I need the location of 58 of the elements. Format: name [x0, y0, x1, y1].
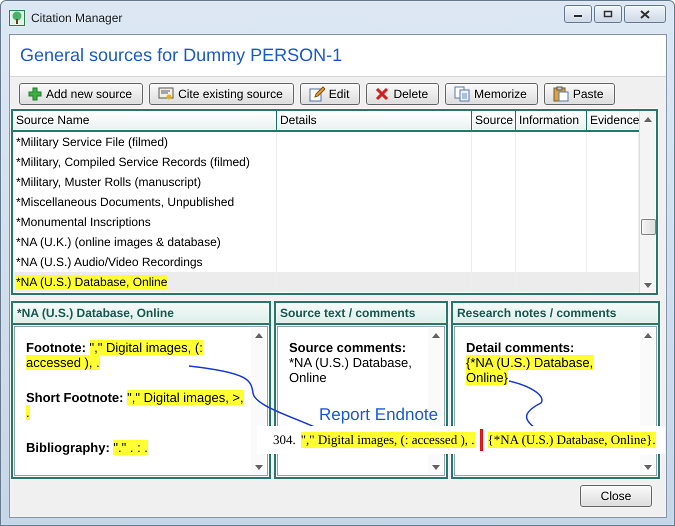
scroll-down-icon[interactable]	[644, 464, 652, 470]
source-name: *Miscellaneous Documents, Unpublished	[16, 195, 234, 209]
panel-title: *NA (U.S.) Database, Online	[13, 303, 269, 325]
close-button[interactable]	[624, 5, 666, 23]
field-text: Short Footnote: "," Digital images, >, .	[26, 390, 245, 420]
source-name: *NA (U.S.) Audio/Video Recordings	[16, 255, 203, 269]
endnote-text: {*NA (U.S.) Database, Online}.	[488, 432, 656, 448]
endnote-text: "," Digital images, (: accessed ), .	[300, 432, 475, 448]
window-title: Citation Manager	[31, 10, 124, 24]
source-name: *NA (U.K.) (online images & database)	[16, 235, 221, 249]
toolbar-button[interactable]: Paste	[544, 83, 615, 105]
scroll-down-icon[interactable]	[432, 464, 440, 470]
source-name: *NA (U.S.) Database, Online	[16, 275, 168, 289]
scroll-up-icon[interactable]	[644, 116, 652, 122]
column-header[interactable]: Source	[472, 111, 516, 132]
scrollbar[interactable]	[639, 111, 656, 293]
column-header[interactable]: Evidence	[587, 111, 639, 132]
field-text: Bibliography: "." . : .	[26, 440, 149, 455]
source-name: *Monumental Inscriptions	[16, 215, 151, 229]
source-name: *Military, Muster Rolls (manuscript)	[16, 175, 202, 189]
source-name: *Military Service File (filmed)	[16, 135, 168, 149]
panel-title: Research notes / comments	[453, 303, 658, 325]
cross-icon	[375, 87, 390, 101]
scroll-down-icon[interactable]	[644, 282, 652, 288]
maximize-icon	[603, 10, 613, 18]
toolbar-button[interactable]: Edit	[300, 83, 360, 105]
toolbar-button[interactable]: Delete	[366, 83, 440, 105]
pencil-icon	[308, 86, 325, 102]
annotation-label: Report Endnote	[319, 405, 438, 425]
column-header[interactable]: Information	[516, 111, 587, 132]
dialog-heading: General sources for Dummy PERSON-1	[20, 45, 342, 66]
column-header[interactable]: Source Name	[13, 111, 277, 132]
tree-icon	[9, 10, 25, 26]
toolbar-button[interactable]: Cite existing source	[149, 83, 294, 105]
close-icon	[640, 10, 650, 18]
close-dialog-button[interactable]: Close	[580, 485, 652, 507]
source-name: *Military, Compiled Service Records (filmed)	[16, 155, 250, 169]
certificate-icon	[158, 87, 174, 101]
documents-icon	[454, 86, 470, 102]
scroll-up-icon[interactable]	[255, 332, 263, 338]
endnote-number: 304.	[273, 432, 296, 448]
scroll-up-icon[interactable]	[432, 332, 440, 338]
field-text: Detail comments: {*NA (U.S.) Database, Online}	[466, 340, 594, 385]
toolbar-button[interactable]: Memorize	[445, 83, 538, 105]
maximize-button[interactable]	[594, 5, 622, 23]
field-text: Footnote: "," Digital images, (: accessed ), .	[26, 340, 204, 370]
plus-icon	[28, 87, 42, 101]
clipboard-icon	[552, 86, 569, 102]
table-row[interactable]: *NA (U.S.) Database, Online	[13, 272, 639, 292]
minimize-button[interactable]	[564, 5, 592, 23]
scroll-thumb[interactable]	[640, 219, 656, 235]
panel-title: Source text / comments	[276, 303, 446, 325]
text-cursor	[480, 429, 483, 451]
toolbar-button[interactable]: Add new source	[19, 83, 144, 105]
field-text: Source comments: *NA (U.S.) Database, Online	[289, 340, 413, 385]
column-header[interactable]: Details	[277, 111, 472, 132]
scroll-down-icon[interactable]	[255, 464, 263, 470]
scroll-up-icon[interactable]	[644, 332, 652, 338]
